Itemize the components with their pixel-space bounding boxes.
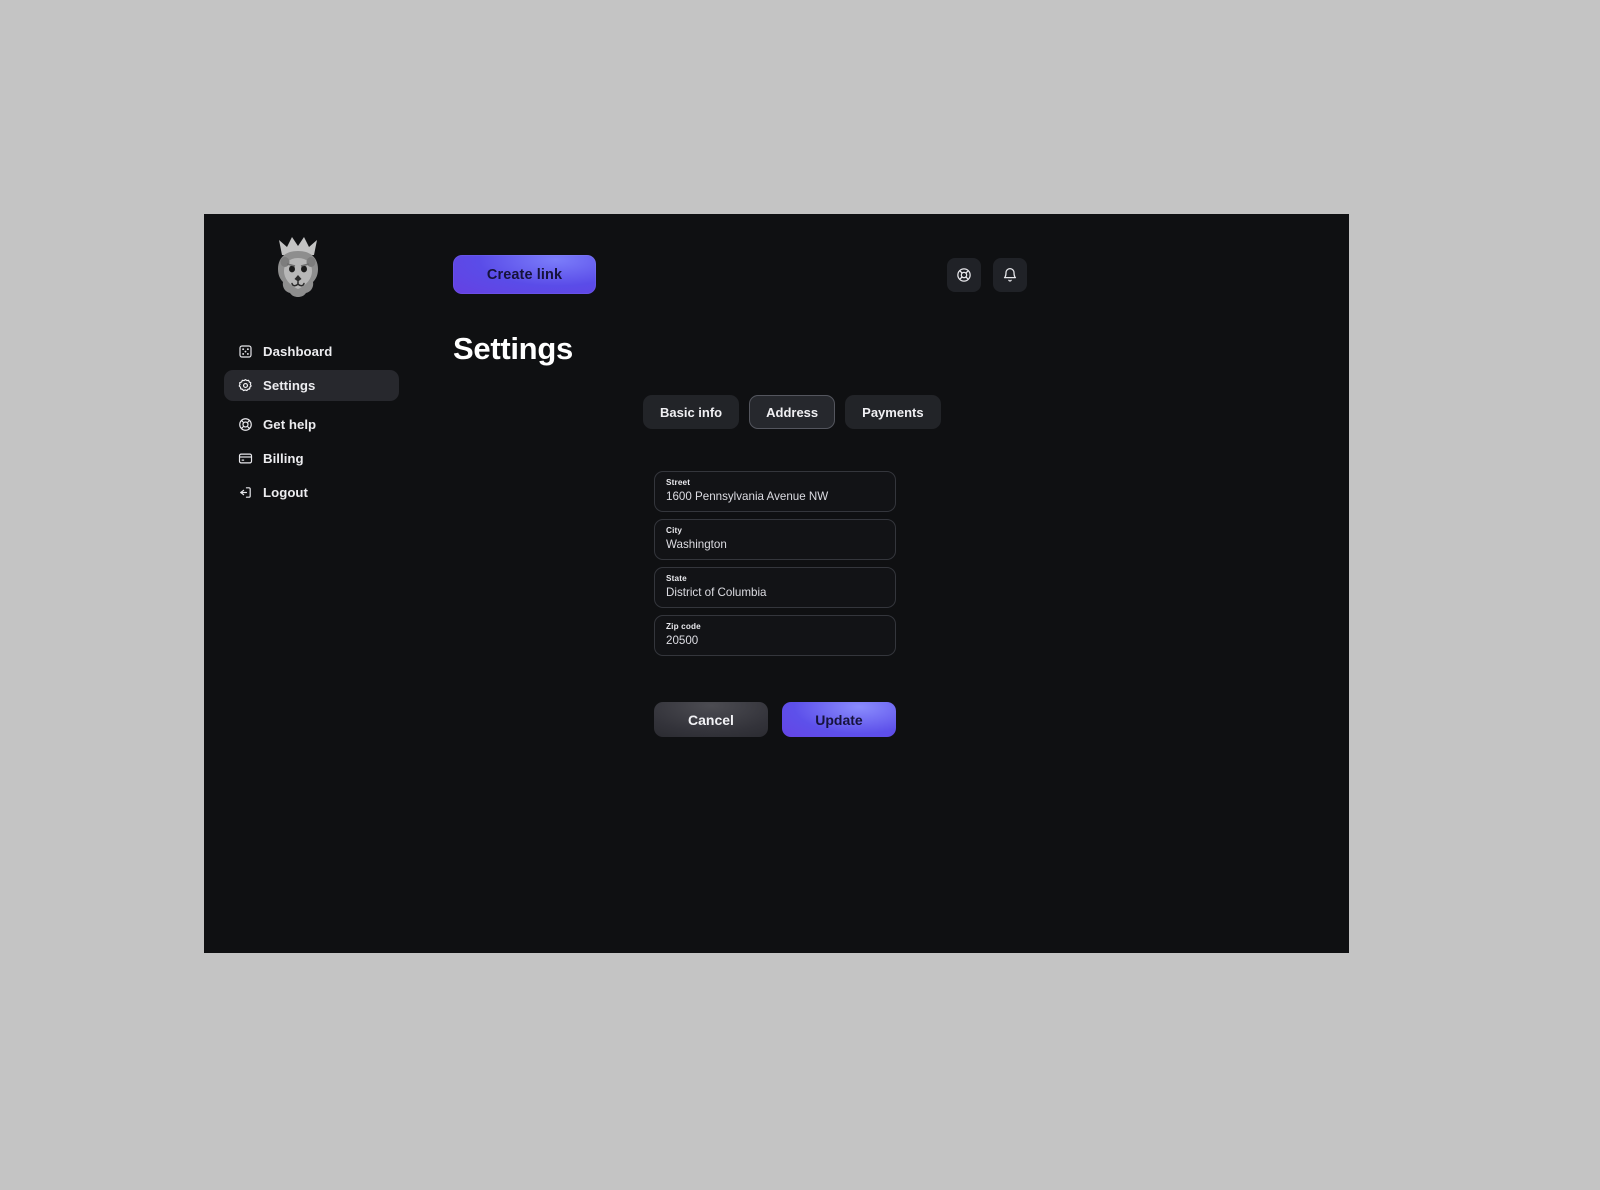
crowned-lion-head-logo xyxy=(270,232,326,300)
sidebar-item-label: Dashboard xyxy=(263,344,333,359)
street-field[interactable]: Street 1600 Pennsylvania Avenue NW xyxy=(654,471,896,512)
bell-icon xyxy=(1002,267,1018,283)
layout-grid-icon xyxy=(238,344,253,359)
logout-arrow-icon xyxy=(238,485,253,500)
city-field-value: Washington xyxy=(666,538,727,551)
sidebar-item-label: Settings xyxy=(263,378,316,393)
help-button[interactable] xyxy=(947,258,981,292)
header-actions xyxy=(947,258,1027,292)
state-field-value: District of Columbia xyxy=(666,586,767,599)
sidebar-item-label: Billing xyxy=(263,451,304,466)
tab-basic-info[interactable]: Basic info xyxy=(643,395,740,429)
street-field-label: Street xyxy=(666,478,691,487)
sidebar-item-dashboard[interactable]: Dashboard xyxy=(224,336,399,367)
sidebar-item-billing[interactable]: Billing xyxy=(224,443,399,474)
cancel-button[interactable]: Cancel xyxy=(654,702,768,737)
sidebar-item-get-help[interactable]: Get help xyxy=(224,409,399,440)
sidebar-item-label: Get help xyxy=(263,417,317,432)
lifebuoy-icon xyxy=(238,417,253,432)
page-title: Settings xyxy=(453,331,573,366)
tab-address[interactable]: Address xyxy=(749,395,836,429)
sidebar-item-logout[interactable]: Logout xyxy=(224,477,399,508)
city-field-label: City xyxy=(666,526,683,535)
lifebuoy-icon xyxy=(956,267,972,283)
city-field[interactable]: City Washington xyxy=(654,519,896,560)
zip-code-field[interactable]: Zip code 20500 xyxy=(654,615,896,656)
state-field[interactable]: State District of Columbia xyxy=(654,567,896,608)
street-field-value: 1600 Pennsylvania Avenue NW xyxy=(666,490,829,503)
update-button[interactable]: Update xyxy=(782,702,896,737)
notifications-button[interactable] xyxy=(993,258,1027,292)
tab-payments[interactable]: Payments xyxy=(845,395,941,429)
create-link-button[interactable]: Create link xyxy=(453,255,596,294)
form-actions: Cancel Update xyxy=(654,702,896,737)
sidebar-item-settings[interactable]: Settings xyxy=(224,370,399,401)
state-field-label: State xyxy=(666,574,687,583)
settings-tabs: Basic info Address Payments xyxy=(643,395,941,429)
zip-code-field-value: 20500 xyxy=(666,634,699,647)
sidebar: Dashboard Settings Get help Billing Logo… xyxy=(224,336,399,511)
zip-code-field-label: Zip code xyxy=(666,622,701,631)
sidebar-item-label: Logout xyxy=(263,485,308,500)
credit-card-icon xyxy=(238,451,253,466)
gear-icon xyxy=(238,378,253,393)
address-form: Street 1600 Pennsylvania Avenue NW City … xyxy=(654,471,896,663)
app-window: Create link Dashboard Settings Get help … xyxy=(204,214,1349,953)
